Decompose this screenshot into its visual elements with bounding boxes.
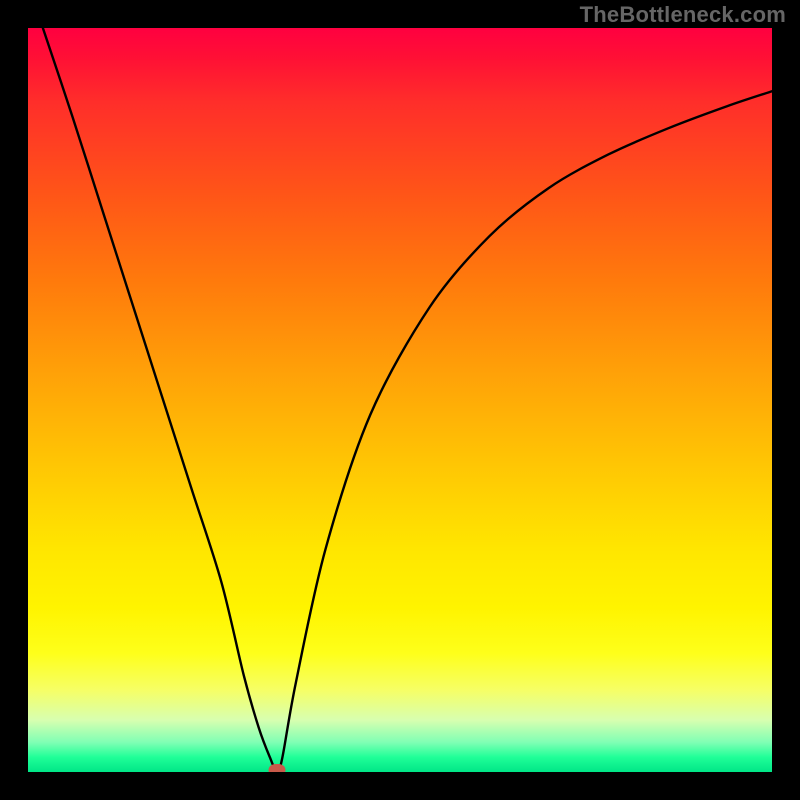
minimum-marker [269,764,286,772]
bottleneck-curve [28,28,772,772]
watermark-text: TheBottleneck.com [580,2,786,28]
chart-plot-area [28,28,772,772]
